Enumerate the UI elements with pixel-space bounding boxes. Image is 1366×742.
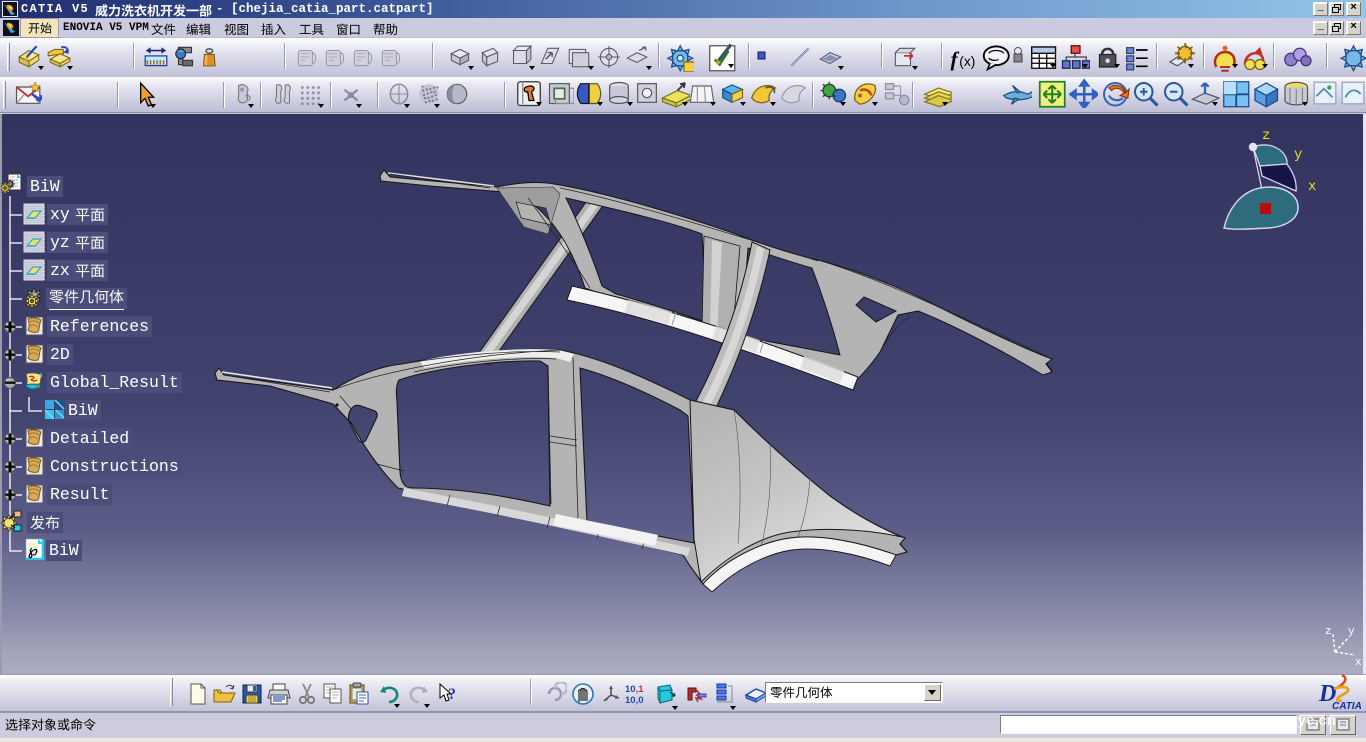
svg-text:z: z: [1262, 128, 1270, 144]
svg-text:℘: ℘: [28, 544, 38, 559]
svg-text:x: x: [1355, 657, 1362, 669]
svg-text:z: z: [1325, 626, 1332, 638]
svg-text:y: y: [1348, 626, 1355, 638]
svg-text:y: y: [1294, 147, 1302, 163]
svg-text:x: x: [1308, 179, 1316, 195]
